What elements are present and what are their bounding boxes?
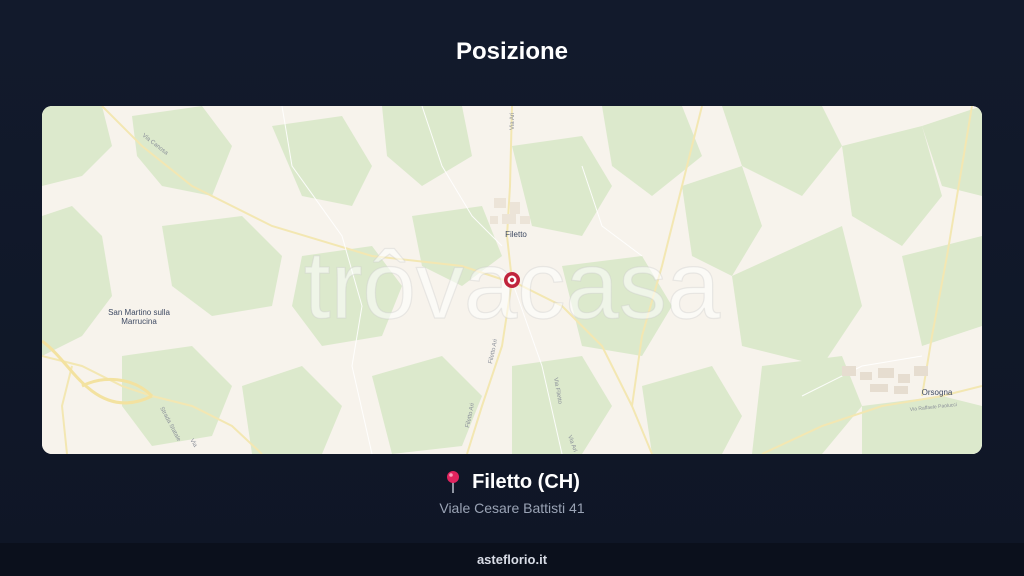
place-label-orsogna: Orsogna: [922, 388, 953, 397]
footer: asteflorio.it: [0, 543, 1024, 576]
map-canvas[interactable]: trôvacasa Filetto San Martino sulla Marr…: [42, 106, 982, 454]
place-label-filetto: Filetto: [505, 230, 527, 239]
place-label-san-martino-line2: Marrucina: [121, 317, 157, 326]
location-heading: Filetto (CH): [0, 470, 1024, 494]
map-view[interactable]: trôvacasa Filetto San Martino sulla Marr…: [42, 106, 982, 454]
location-name: Filetto (CH): [472, 470, 580, 493]
road-label-via-ari-top: Via Ari: [510, 113, 516, 130]
footer-site-link[interactable]: asteflorio.it: [477, 552, 547, 567]
place-label-san-martino-line1: San Martino sulla: [108, 308, 170, 317]
location-marker-icon[interactable]: [504, 272, 520, 288]
page-title: Posizione: [455, 38, 569, 65]
location-address: Viale Cesare Battisti 41: [439, 500, 585, 516]
map-pin-icon: [447, 471, 460, 493]
